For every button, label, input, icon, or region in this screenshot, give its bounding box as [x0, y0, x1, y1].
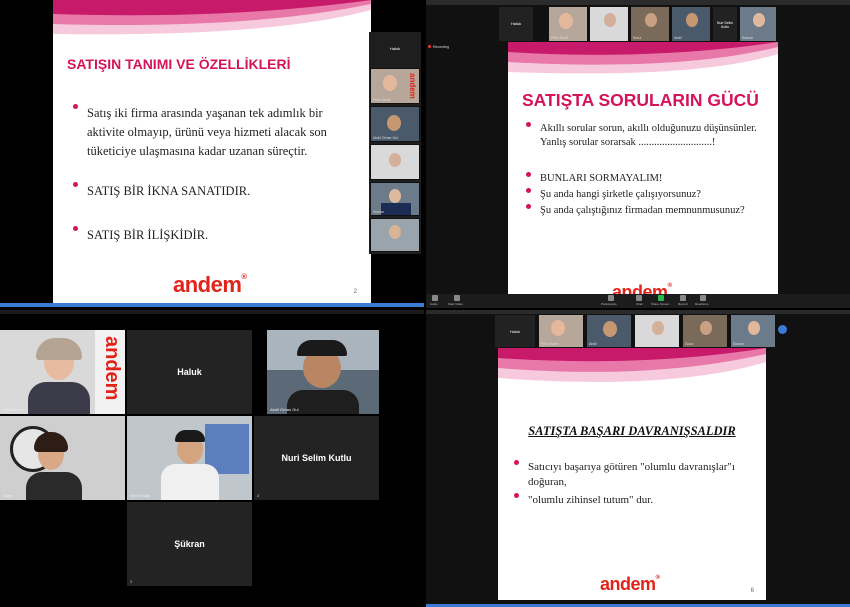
andem-logo: andem®	[612, 282, 672, 294]
strip-name: Haluk	[509, 329, 521, 334]
name-tile[interactable]: Haluk	[127, 330, 252, 414]
start-video-button[interactable]	[454, 295, 460, 301]
video-tile[interactable]: Selim Kutlu	[127, 416, 252, 500]
slide-3: SATIŞTA BAŞARI DAVRANIŞSALDIR Satıcıyı b…	[498, 348, 766, 600]
chat-button[interactable]	[636, 295, 642, 301]
bullet-item: "olumlu zihinsel tutum" dur.	[514, 493, 762, 508]
participant-thumb[interactable]: Suna	[630, 6, 670, 42]
window-divider	[0, 303, 424, 307]
slide-wave-decoration	[498, 348, 766, 382]
participant-thumb[interactable]: Sukran	[370, 182, 420, 216]
slide-bullets: Satıcıyı başarıya götüren "olumlu davran…	[514, 460, 762, 508]
slide-bullets: Akıllı sorular sorun, akıllı olduğunuzu …	[526, 122, 774, 218]
bullet-item: Akıllı sorular sorun, akıllı olduğunuzu …	[526, 122, 774, 150]
quadrant-bottom-right: Haluk Pelin Gurel Abdil Nuri Suna Sukran	[426, 310, 850, 607]
page-number: 2	[353, 289, 357, 295]
record-button[interactable]	[680, 295, 686, 301]
recording-indicator: Recording	[428, 45, 449, 49]
participant-thumb[interactable]: Pelin Gurel	[538, 314, 584, 348]
participant-thumb[interactable]: Sukran	[730, 314, 776, 348]
quadrant-top-right: Haluk Pelin Gurel Nuri Suna Abdil Nuri S…	[426, 0, 850, 308]
bullet-item: SATIŞ BİR İLİŞKİDİR.	[73, 226, 363, 245]
bullet-item: Satıcıyı başarıya götüren "olumlu davran…	[514, 460, 762, 490]
info-icon[interactable]	[778, 325, 787, 334]
name-tile[interactable]: Nuri Selim Kutlu 2	[254, 416, 379, 500]
video-tile[interactable]: andem Pelin Gurel	[0, 330, 125, 414]
participants-button[interactable]	[608, 295, 614, 301]
strip-name: Nuri Selim Kutlu	[716, 21, 734, 29]
bullet-item: Satış iki firma arasında yaşanan tek adı…	[73, 104, 363, 161]
bullet-item: Şu anda hangi şirketle çalışıyorsunuz?	[526, 188, 774, 202]
participant-thumb[interactable]: Nuri	[634, 314, 680, 348]
participant-thumb[interactable]: andem Pelin Gurel	[370, 68, 420, 104]
quadrant-bottom-left: andem Pelin Gurel Haluk Abdil Orhan Gul …	[0, 310, 424, 607]
bullet-item: Şu anda çalıştığınız firmadan memnunmusu…	[526, 204, 774, 218]
participant-thumb[interactable]: Abdil	[586, 314, 632, 348]
participant-thumb[interactable]: Suna	[682, 314, 728, 348]
participant-thumb[interactable]: Sukran	[739, 6, 777, 42]
reactions-button[interactable]	[700, 295, 706, 301]
video-tile[interactable]: Suna	[0, 416, 125, 500]
participant-strip: Haluk Pelin Gurel Nuri Suna Abdil Nuri S…	[498, 6, 778, 42]
andem-banner: andem	[101, 336, 123, 401]
participant-sidebar: Haluk andem Pelin Gurel Abdil Orhan Gul …	[369, 32, 421, 254]
strip-name: Haluk	[510, 21, 522, 26]
quadrant-top-left: SATIŞIN TANIMI VE ÖZELLİKLERİ Satış iki …	[0, 0, 424, 303]
video-tile[interactable]: Abdil Orhan Gul	[267, 330, 379, 414]
sidebar-top-name: Haluk	[389, 46, 401, 51]
slide-title: SATIŞTA SORULARIN GÜCÜ	[522, 90, 759, 110]
participant-thumb[interactable]	[370, 218, 420, 252]
meeting-toolbar: Audio Start Video Participants Chat Shar…	[426, 294, 850, 308]
audio-button[interactable]	[432, 295, 438, 301]
andem-logo: andem®	[173, 272, 247, 297]
slide-wave-decoration	[508, 42, 778, 74]
participant-thumb[interactable]: Abdil	[671, 6, 711, 42]
slide-bullets: Satış iki firma arasında yaşanan tek adı…	[73, 104, 363, 245]
slide-1: SATIŞIN TANIMI VE ÖZELLİKLERİ Satış iki …	[53, 0, 371, 303]
bullet-item: BUNLARI SORMAYALIM!	[526, 172, 774, 186]
participant-thumb[interactable]: Abdil Orhan Gul	[370, 106, 420, 142]
share-screen-button[interactable]	[658, 295, 664, 301]
page-number: 6	[750, 588, 754, 594]
slide-wave-decoration	[53, 0, 371, 35]
slide-title: SATIŞTA BAŞARI DAVRANIŞSALDIR	[528, 424, 736, 438]
participant-thumb[interactable]: Nuri	[370, 144, 420, 180]
participant-thumb[interactable]: Pelin Gurel	[548, 6, 588, 42]
participant-strip: Haluk Pelin Gurel Abdil Nuri Suna Sukran	[494, 314, 784, 348]
participant-thumb[interactable]: Nuri	[589, 6, 629, 42]
andem-logo: andem®	[600, 574, 660, 594]
name-tile[interactable]: Şükran 2	[127, 502, 252, 586]
slide-2: SATIŞTA SORULARIN GÜCÜ Akıllı sorular so…	[508, 42, 778, 294]
slide-title: SATIŞIN TANIMI VE ÖZELLİKLERİ	[67, 56, 291, 72]
bullet-item: SATIŞ BİR İKNA SANATIDIR.	[73, 182, 363, 201]
